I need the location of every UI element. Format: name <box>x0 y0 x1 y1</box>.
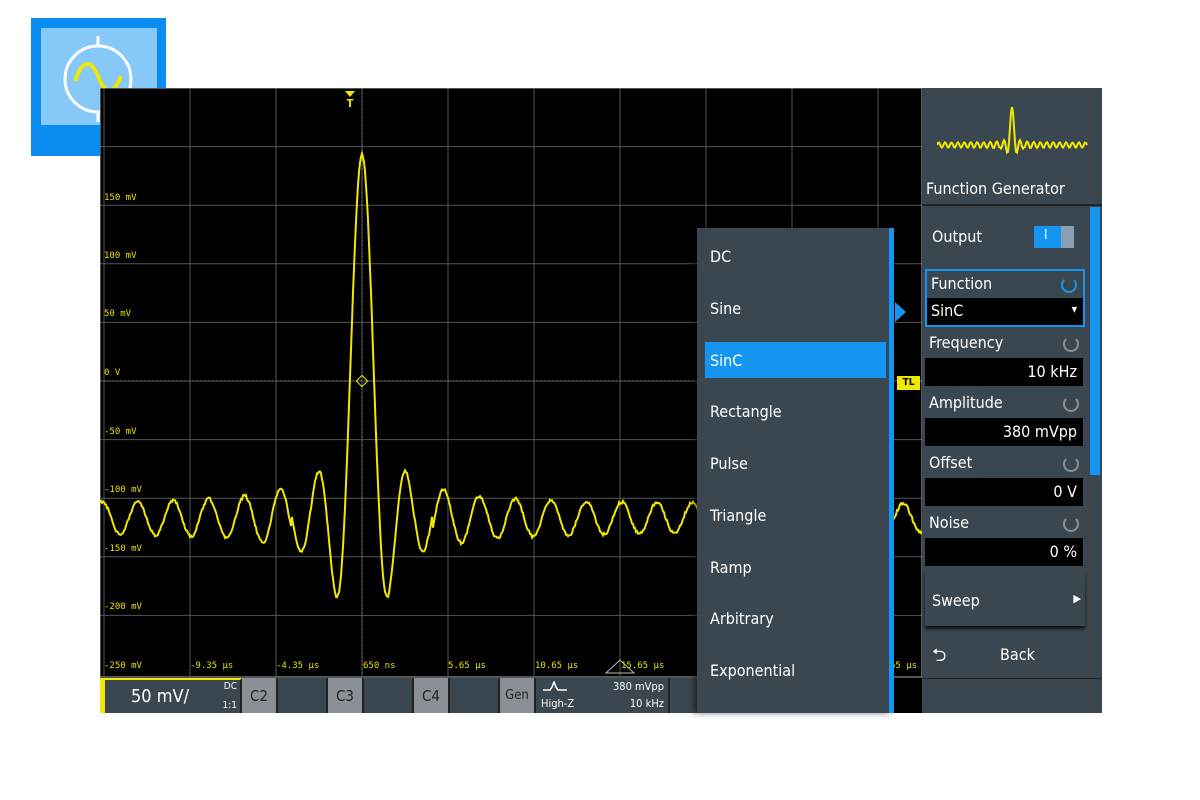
menu-item-sinc[interactable]: SinC <box>705 342 886 378</box>
reset-icon[interactable] <box>1061 277 1077 293</box>
reset-icon[interactable] <box>1063 336 1079 352</box>
ch1-scale: 50 mV/ <box>131 686 189 707</box>
menu-item-pulse[interactable]: Pulse <box>705 445 886 481</box>
output-row: Output I <box>925 210 1085 266</box>
sinc-wave-icon <box>542 681 568 693</box>
ch1-probe: 1:1 <box>223 700 237 711</box>
function-dropdown-menu: DC Sine SinC Rectangle Pulse Triangle Ra… <box>697 228 892 713</box>
menu-item-triangle[interactable]: Triangle <box>705 497 886 533</box>
y-label: -250 mV <box>104 661 142 671</box>
y-label: 150 mV <box>104 193 137 203</box>
x-label: -4.35 µs <box>276 661 319 671</box>
back-button[interactable]: ⮌ Back <box>922 633 1102 679</box>
y-label: 100 mV <box>104 251 137 261</box>
function-field[interactable]: Function SinC ▾ <box>925 269 1085 327</box>
menu-item-exponential[interactable]: Exponential <box>705 652 886 688</box>
menu-item-arbitrary[interactable]: Arbitrary <box>705 600 886 636</box>
offset-field[interactable]: Offset 0 V <box>925 450 1085 508</box>
frequency-input[interactable]: 10 kHz <box>925 358 1083 386</box>
channel-1-button[interactable]: 50 mV/ DC 1:1 <box>100 678 242 713</box>
y-label: -150 mV <box>104 544 142 554</box>
function-label: Function <box>931 274 992 293</box>
x-label: 15.65 µs <box>621 661 664 671</box>
output-label: Output <box>932 227 982 246</box>
offset-input[interactable]: 0 V <box>925 478 1083 506</box>
function-value: SinC <box>931 301 963 320</box>
x-label: 10.65 µs <box>535 661 578 671</box>
x-label: 650 ns <box>363 661 396 671</box>
y-label: -50 mV <box>104 427 137 437</box>
y-label: -100 mV <box>104 485 142 495</box>
x-label: -9.35 µs <box>190 661 233 671</box>
noise-field[interactable]: Noise 0 % <box>925 510 1085 568</box>
noise-input[interactable]: 0 % <box>925 538 1083 566</box>
amplitude-field[interactable]: Amplitude 380 mVpp <box>925 390 1085 448</box>
sweep-label: Sweep <box>932 591 980 610</box>
generator-button[interactable]: Gen <box>500 678 536 713</box>
x-label: 65 µs <box>890 661 917 671</box>
channel-2-slot[interactable] <box>278 678 328 713</box>
reset-icon[interactable] <box>1063 516 1079 532</box>
menu-pointer-icon <box>895 302 906 322</box>
menu-item-rectangle[interactable]: Rectangle <box>705 393 886 429</box>
toggle-text: I <box>1044 228 1047 243</box>
menu-scrollbar[interactable] <box>889 228 894 713</box>
channel-3-button[interactable]: C3 <box>328 678 364 713</box>
x-label: 5.65 µs <box>448 661 486 671</box>
output-toggle[interactable]: I <box>1034 226 1074 248</box>
sinc-preview-trace <box>937 107 1087 153</box>
generator-status[interactable]: High-Z 380 mVpp 10 kHz <box>536 678 670 713</box>
back-icon: ⮌ <box>932 643 946 673</box>
function-generator-panel: Function Generator Output I Function Sin… <box>922 88 1102 713</box>
offset-label: Offset <box>929 453 972 472</box>
reset-icon[interactable] <box>1063 396 1079 412</box>
frequency-field[interactable]: Frequency 10 kHz <box>925 330 1085 388</box>
channel-4-button[interactable]: C4 <box>414 678 450 713</box>
function-select[interactable]: SinC ▾ <box>927 298 1083 325</box>
noise-label: Noise <box>929 513 969 532</box>
sweep-button[interactable]: Sweep ▶ <box>925 572 1085 626</box>
amplitude-label: Amplitude <box>929 393 1003 412</box>
back-label: Back <box>1000 645 1035 664</box>
gen-frequency: 10 kHz <box>630 697 664 710</box>
gen-load: High-Z <box>541 697 574 710</box>
scrollbar[interactable] <box>1090 207 1100 475</box>
reset-icon[interactable] <box>1063 456 1079 472</box>
menu-item-ramp[interactable]: Ramp <box>705 549 886 585</box>
menu-item-dc[interactable]: DC <box>705 238 886 274</box>
y-label: -200 mV <box>104 602 142 612</box>
chevron-down-icon: ▾ <box>1072 302 1077 316</box>
channel-3-slot[interactable] <box>364 678 414 713</box>
sinc-preview-icon <box>937 100 1097 170</box>
menu-item-sine[interactable]: Sine <box>705 290 886 326</box>
trigger-level-badge[interactable]: TL <box>897 376 920 390</box>
gen-amplitude: 380 mVpp <box>613 680 664 693</box>
ch1-coupling: DC <box>224 681 237 692</box>
channel-bar: 50 mV/ DC 1:1 C2 C3 C4 Gen High-Z 380 mV… <box>100 678 697 713</box>
amplitude-input[interactable]: 380 mVpp <box>925 418 1083 446</box>
panel-title: Function Generator <box>926 179 1065 198</box>
chevron-right-icon: ▶ <box>1073 592 1081 605</box>
y-label: 0 V <box>104 368 120 378</box>
trigger-marker[interactable]: T <box>344 91 356 110</box>
frequency-label: Frequency <box>929 333 1003 352</box>
channel-2-button[interactable]: C2 <box>242 678 278 713</box>
channel-4-slot[interactable] <box>450 678 500 713</box>
y-label: 50 mV <box>104 309 131 319</box>
